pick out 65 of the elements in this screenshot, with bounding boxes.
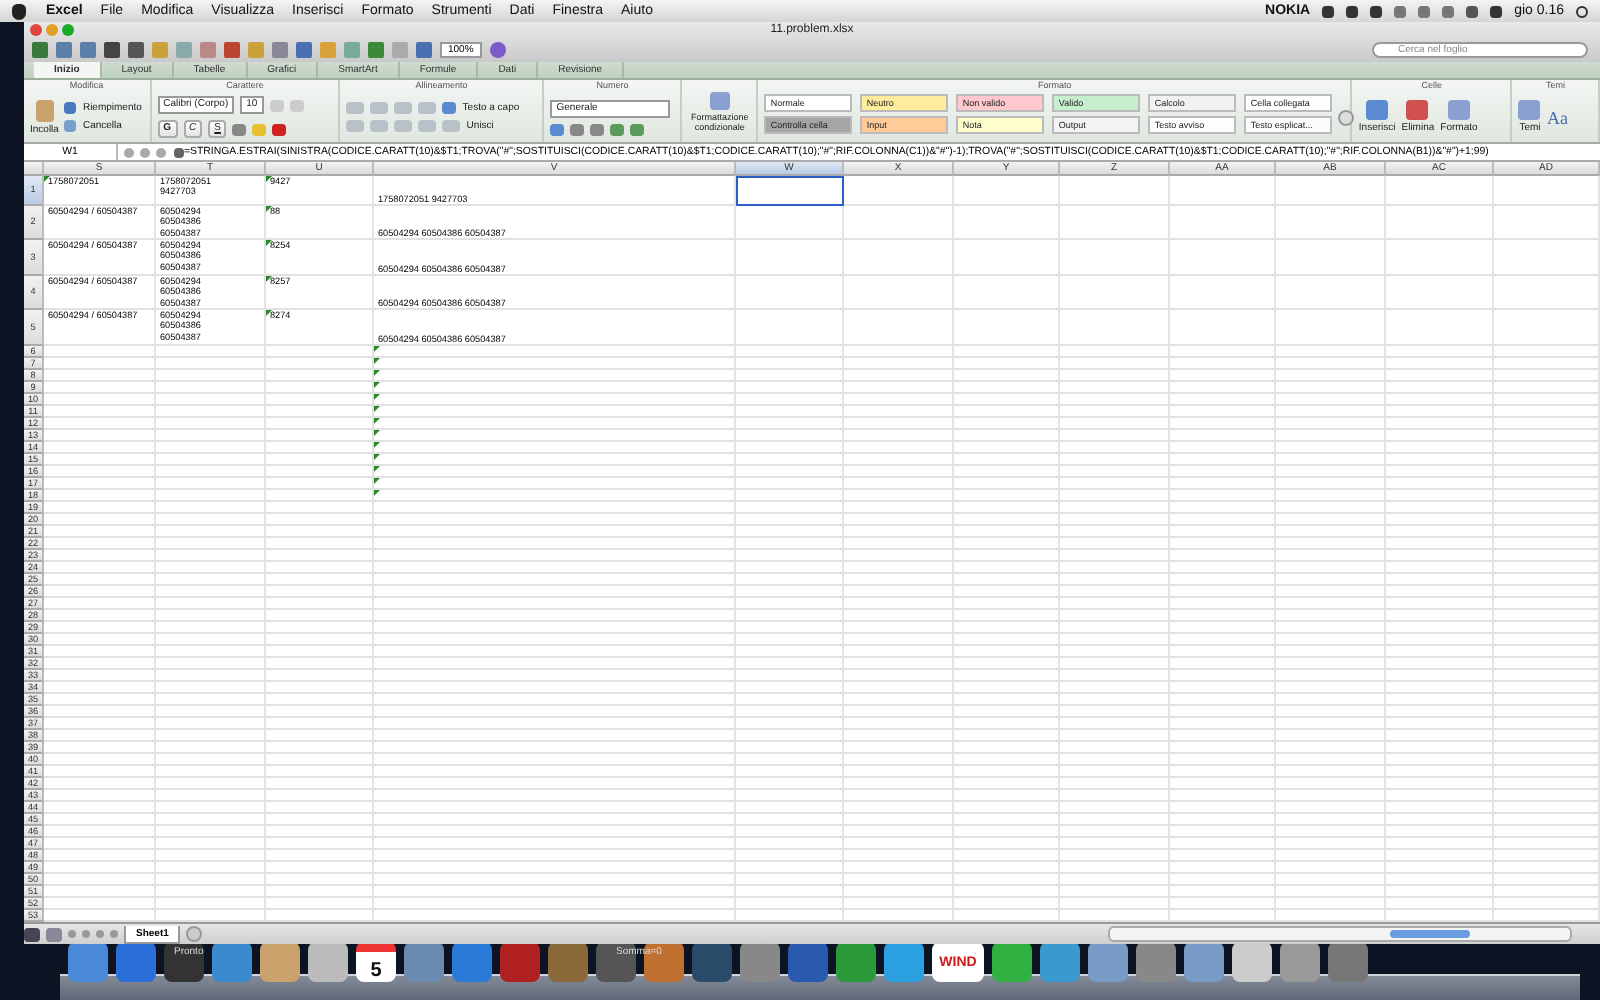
empty-cell	[844, 240, 954, 276]
theme-fonts-button[interactable]: Aa	[1546, 107, 1568, 127]
empty-cell	[1494, 206, 1600, 240]
app-icon[interactable]	[788, 942, 828, 982]
empty-cell	[1170, 276, 1276, 310]
empty-cell	[1386, 176, 1494, 206]
fill-color-icon	[252, 123, 267, 135]
more-styles-icon	[1338, 109, 1355, 125]
empty-cell	[736, 206, 844, 240]
cell-action-icon	[1447, 100, 1470, 120]
orientation-icon	[418, 102, 437, 114]
clipboard-icon	[35, 99, 54, 121]
page-layout-view-icon	[46, 927, 62, 941]
empty-cell	[1386, 276, 1494, 310]
empty-cell	[1170, 240, 1276, 276]
empty-cell	[1386, 206, 1494, 240]
empty-cell	[844, 176, 954, 206]
scrollbar-thumb[interactable]	[1390, 930, 1470, 938]
empty-cell	[1276, 176, 1386, 206]
border-icon	[232, 123, 247, 135]
select-all-corner[interactable]	[24, 162, 44, 176]
empty-cell	[1276, 276, 1386, 310]
cell-action-icon	[1406, 100, 1429, 120]
empty-cell	[1060, 176, 1170, 206]
empty-cell	[1170, 206, 1276, 240]
help-icon	[489, 42, 506, 58]
empty-cell	[954, 176, 1060, 206]
empty-cell	[1386, 240, 1494, 276]
shrink-font-icon	[289, 99, 304, 111]
grow-font-icon	[269, 99, 284, 111]
empty-cell	[1060, 206, 1170, 240]
empty-cell	[736, 240, 844, 276]
apple-icon	[12, 3, 26, 19]
themes-icon	[1518, 100, 1541, 120]
empty-cell	[1170, 176, 1276, 206]
empty-cell	[844, 276, 954, 310]
horizontal-scrollbar[interactable]	[1108, 926, 1572, 942]
app-icon[interactable]	[164, 942, 204, 982]
cell-action-icon	[1366, 100, 1389, 120]
app-icon[interactable]	[692, 942, 732, 982]
zoom-button[interactable]	[62, 24, 74, 36]
add-sheet-button[interactable]	[186, 926, 203, 942]
empty-cell	[1494, 176, 1600, 206]
empty-cell	[1494, 240, 1600, 276]
selected-cell[interactable]	[736, 176, 844, 206]
empty-cell	[954, 206, 1060, 240]
normal-view-icon	[24, 927, 40, 941]
empty-cell	[1276, 240, 1386, 276]
calendar-icon[interactable]: 5	[356, 942, 396, 982]
empty-cell	[736, 276, 844, 310]
search-icon	[1576, 5, 1588, 17]
close-button[interactable]	[30, 24, 42, 36]
app-icon[interactable]	[500, 942, 540, 982]
function-icon	[174, 147, 184, 157]
empty-cell	[1060, 276, 1170, 310]
empty-cell	[844, 206, 954, 240]
conditional-format-icon	[709, 91, 730, 109]
empty-cell	[954, 276, 1060, 310]
empty-cell	[1276, 206, 1386, 240]
wrap-text-icon	[442, 102, 457, 114]
empty-cell	[1494, 276, 1600, 310]
minimize-button[interactable]	[46, 24, 58, 36]
font-color-icon	[272, 123, 287, 135]
empty-cell	[954, 240, 1060, 276]
empty-cell	[1060, 240, 1170, 276]
